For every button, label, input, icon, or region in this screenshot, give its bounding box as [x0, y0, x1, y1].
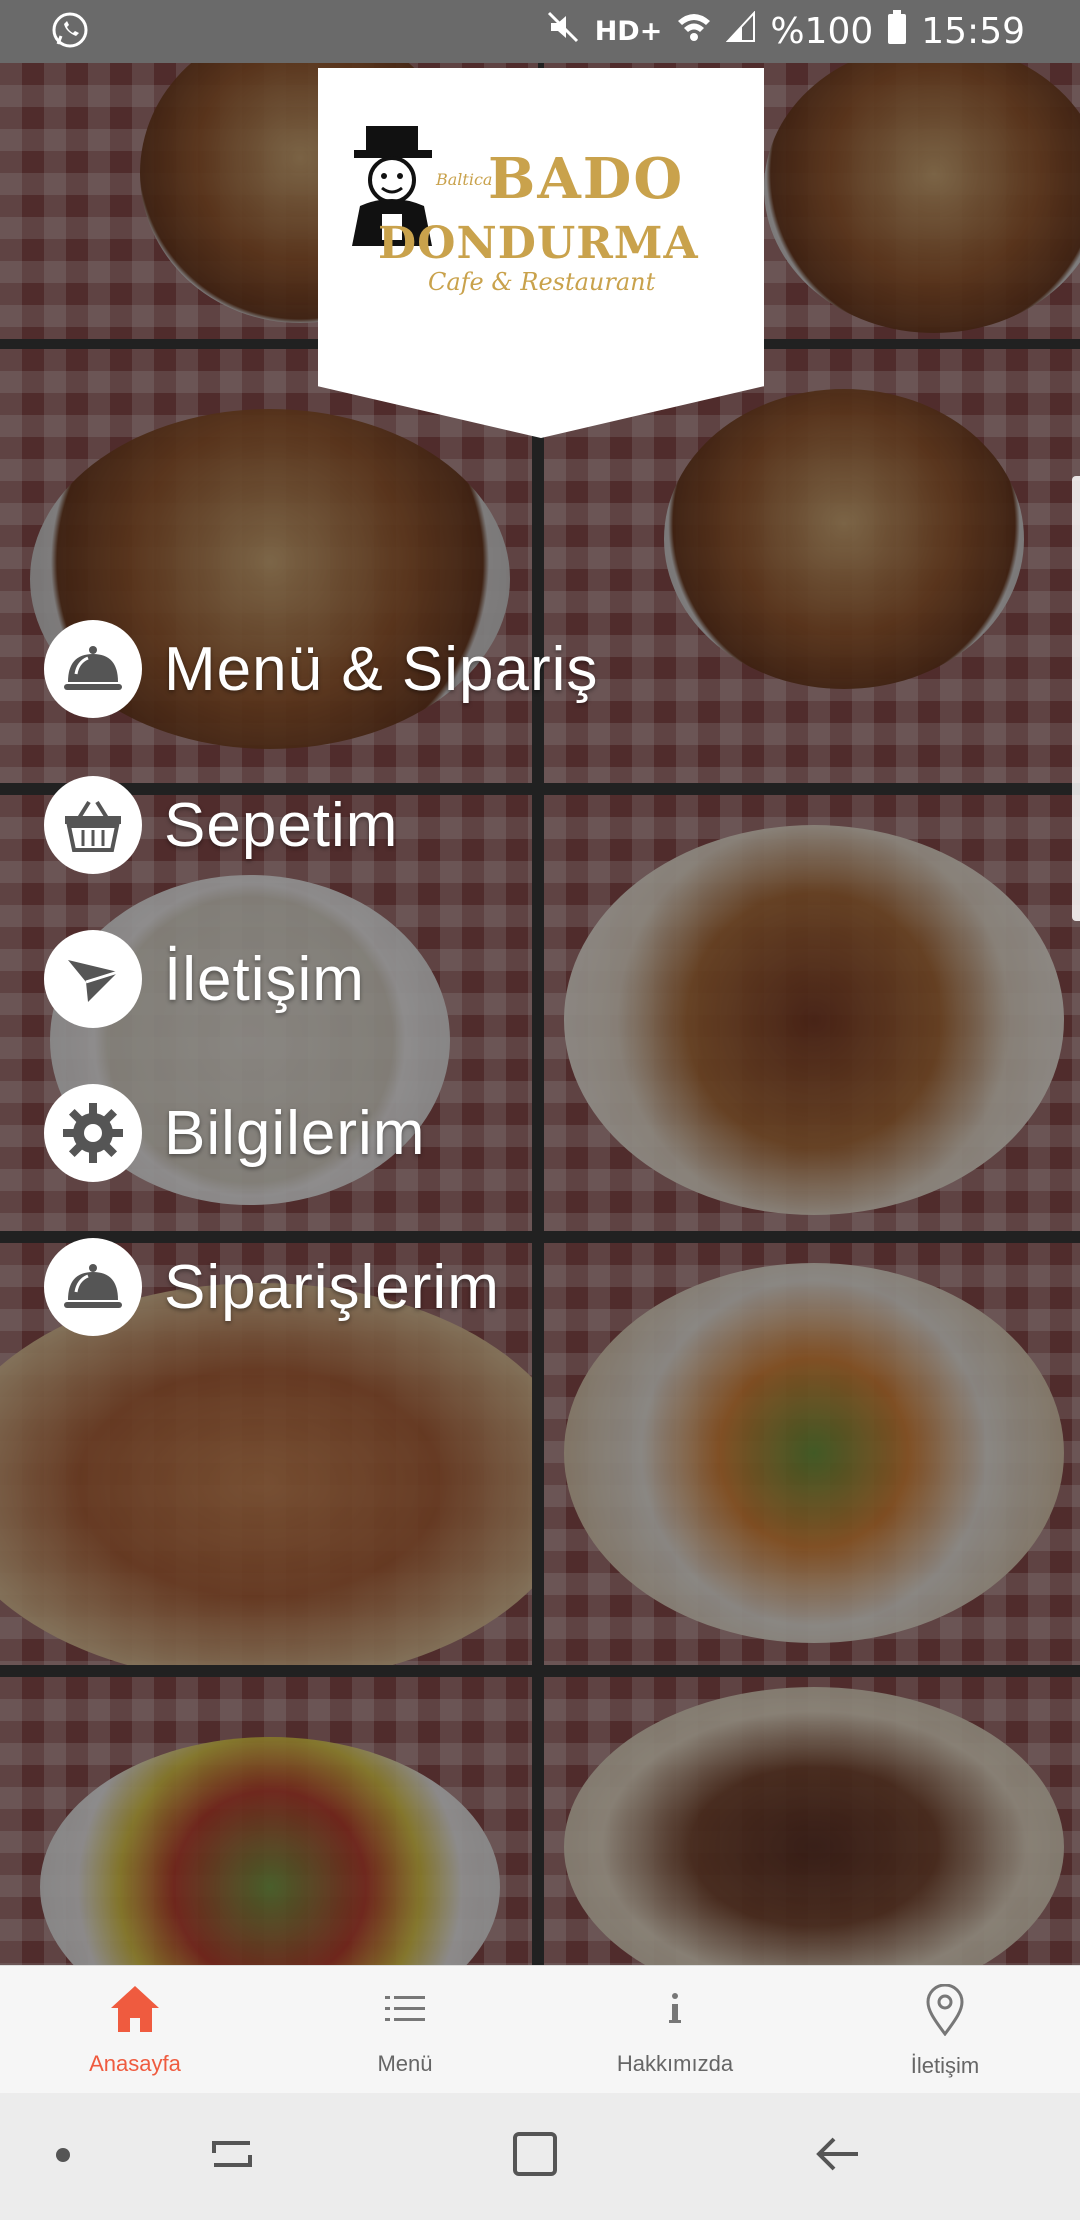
tab-label: Anasayfa [89, 2051, 181, 2076]
tab-label: Hakkımızda [616, 2051, 734, 2076]
tab-label: İletişim [910, 2053, 980, 2078]
location-pin-icon [925, 1983, 965, 2041]
menu-item-label: Menü & Sipariş [164, 634, 599, 704]
back-icon[interactable] [814, 2129, 860, 2184]
recent-apps-icon[interactable] [210, 2129, 254, 2184]
wifi-icon [676, 11, 712, 52]
logo-name: DONDURMA [378, 218, 699, 269]
status-bar: HD+ %100 15:59 [0, 0, 1080, 63]
signal-icon [726, 9, 756, 52]
cloche-icon [44, 1238, 142, 1336]
tab-about[interactable]: Hakkımızda [540, 1966, 810, 2094]
tab-contact[interactable]: İletişim [810, 1966, 1080, 2094]
menu-item-label: Bilgilerim [164, 1098, 426, 1168]
bottom-tab-bar: Anasayfa Menü Hakkımızda İletişim [0, 1965, 1080, 2094]
scroll-handle[interactable] [1072, 476, 1080, 921]
gear-icon [44, 1084, 142, 1182]
clock: 15:59 [921, 10, 1025, 52]
dot-indicator-icon [55, 2147, 71, 2168]
menu-item-contact[interactable]: İletişim [44, 930, 365, 1028]
network-type: HD+ [594, 15, 663, 47]
info-icon [665, 1984, 685, 2039]
menu-item-menu-order[interactable]: Menü & Sipariş [44, 620, 598, 718]
menu-item-my-orders[interactable]: Siparişlerim [44, 1238, 500, 1336]
system-navigation-bar [0, 2093, 1080, 2220]
menu-item-label: Sepetim [164, 790, 399, 860]
mute-icon [545, 9, 581, 54]
home-icon [109, 1984, 161, 2039]
home-button-icon[interactable] [512, 2129, 558, 2184]
tab-home[interactable]: Anasayfa [0, 1966, 270, 2094]
menu-item-label: İletişim [164, 944, 365, 1014]
tab-menu[interactable]: Menü [270, 1966, 540, 2094]
send-icon [44, 930, 142, 1028]
logo-brand-small: Baltica [436, 170, 493, 189]
menu-item-my-info[interactable]: Bilgilerim [44, 1084, 425, 1182]
basket-icon [44, 776, 142, 874]
logo-brand: BADO [488, 146, 685, 212]
list-icon [385, 1984, 425, 2039]
cloche-icon [44, 620, 142, 718]
battery-icon [887, 9, 907, 53]
tab-label: Menü [377, 2051, 433, 2076]
status-indicators: HD+ %100 15:59 [545, 6, 1025, 56]
menu-item-cart[interactable]: Sepetim [44, 776, 398, 874]
menu-item-label: Siparişlerim [164, 1252, 500, 1322]
restaurant-logo: Baltica BADO DONDURMA Cafe & Restaurant [318, 68, 764, 438]
battery-percent: %100 [770, 10, 874, 52]
whatsapp-notification-icon [50, 10, 90, 55]
logo-tagline: Cafe & Restaurant [428, 268, 656, 296]
